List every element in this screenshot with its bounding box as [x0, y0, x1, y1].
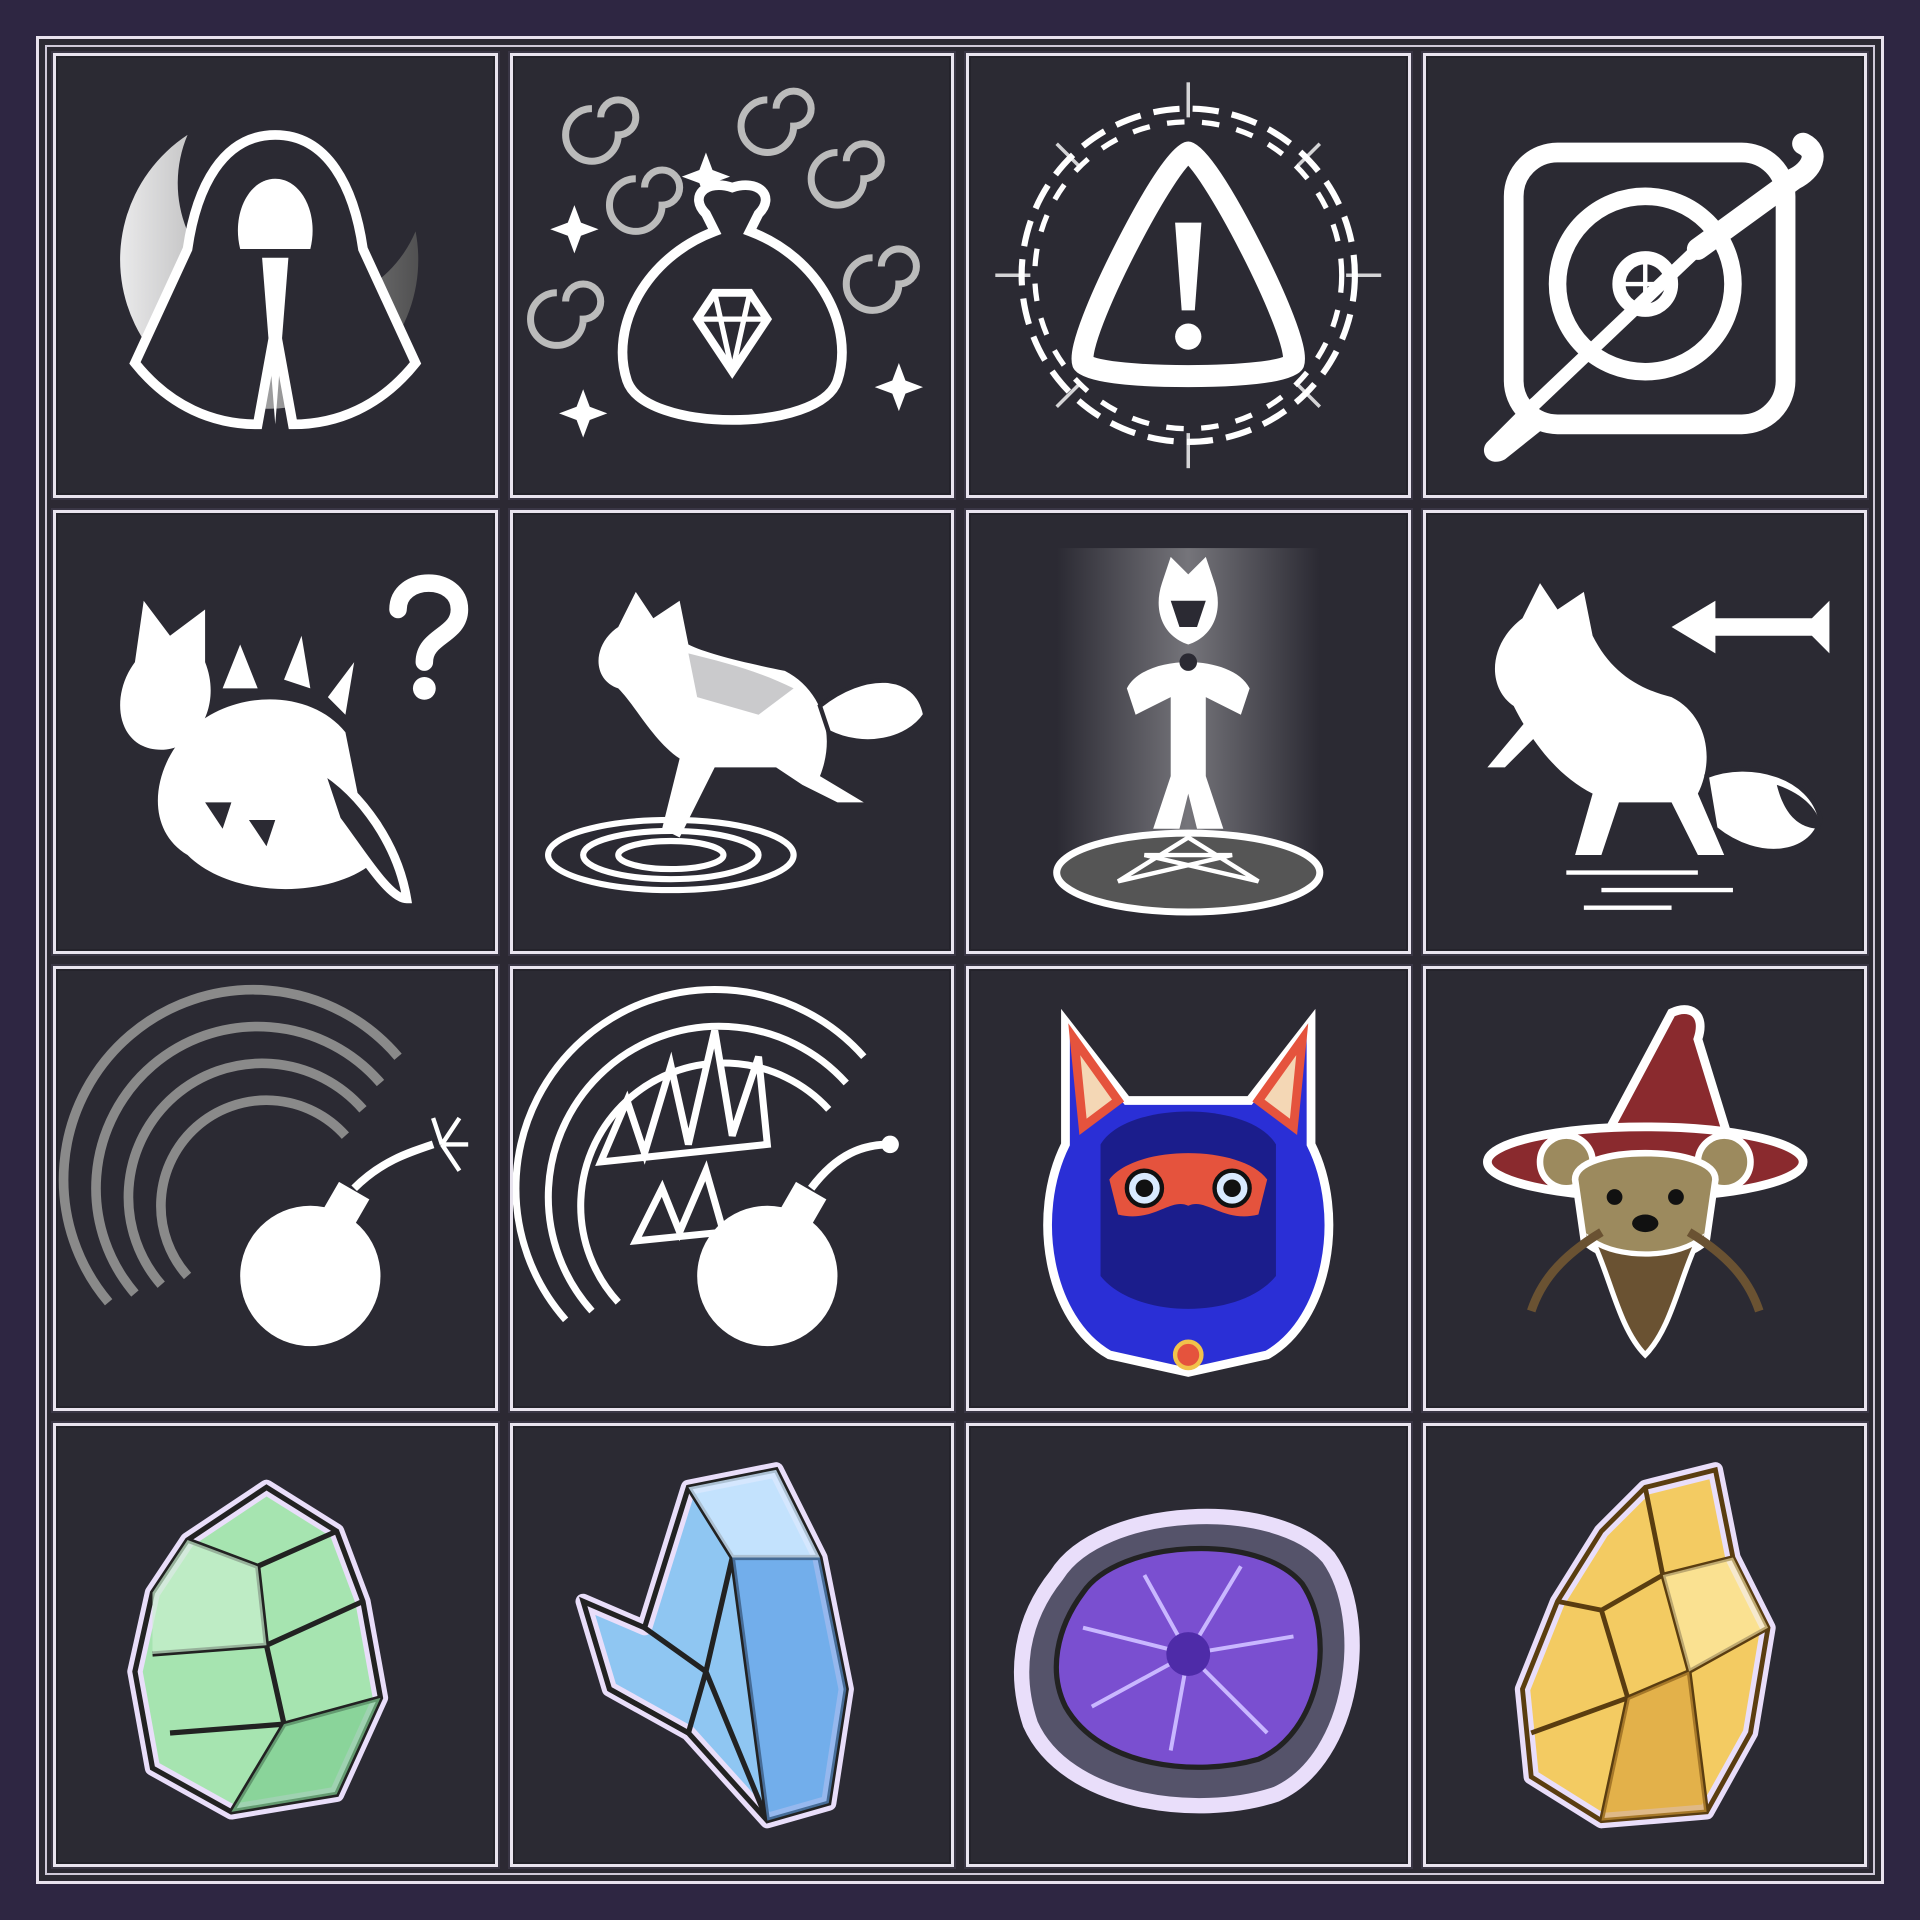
bomb-spikes-icon [512, 985, 899, 1347]
hooded-cloak-moon-icon [120, 130, 422, 430]
amethyst-geode-icon [1013, 1508, 1360, 1813]
tile-fox-ripple-step[interactable] [509, 509, 954, 954]
fox-pentagram-summon-icon [1053, 547, 1324, 916]
tile-gold-crystal-cluster[interactable] [1422, 1422, 1867, 1867]
warning-triangle-icon [995, 82, 1382, 469]
tile-hooded-cloak-moon[interactable] [53, 53, 498, 498]
bomb-shockwave-icon [58, 984, 469, 1347]
icon-sheet-board [36, 36, 1884, 1884]
gem-loot-bag-icon [526, 87, 923, 438]
blue-crystal-cluster-icon [574, 1461, 854, 1828]
tile-amethyst-geode[interactable] [966, 1422, 1411, 1867]
tile-hooded-fox-mask-portrait[interactable] [966, 966, 1411, 1411]
fox-ripple-step-icon [544, 591, 928, 893]
tile-bomb-shockwave[interactable] [53, 966, 498, 1411]
tile-fox-pentagram-summon[interactable] [966, 509, 1411, 954]
tile-bomb-spikes[interactable] [509, 966, 954, 1411]
tile-blue-crystal-cluster[interactable] [509, 1422, 954, 1867]
hooded-fox-mask-portrait-icon [1043, 1008, 1334, 1377]
tile-fox-dash-back[interactable] [1422, 509, 1867, 954]
screwdriver-disc-icon [1483, 132, 1823, 462]
bear-wizard-portrait-icon [1482, 1005, 1807, 1359]
gold-crystal-cluster-icon [1514, 1461, 1776, 1828]
tile-bear-wizard-portrait[interactable] [1422, 966, 1867, 1411]
tile-confused-fox-monster[interactable] [53, 509, 498, 954]
icon-grid [53, 53, 1867, 1867]
tile-screwdriver-disc[interactable] [1422, 53, 1867, 498]
tile-gem-loot-bag[interactable] [509, 53, 954, 498]
fox-dash-back-icon [1486, 582, 1829, 910]
green-crystal-cluster-icon [127, 1479, 389, 1820]
tile-green-crystal-cluster[interactable] [53, 1422, 498, 1867]
confused-fox-monster-icon [120, 573, 469, 903]
tile-warning-triangle[interactable] [966, 53, 1411, 498]
